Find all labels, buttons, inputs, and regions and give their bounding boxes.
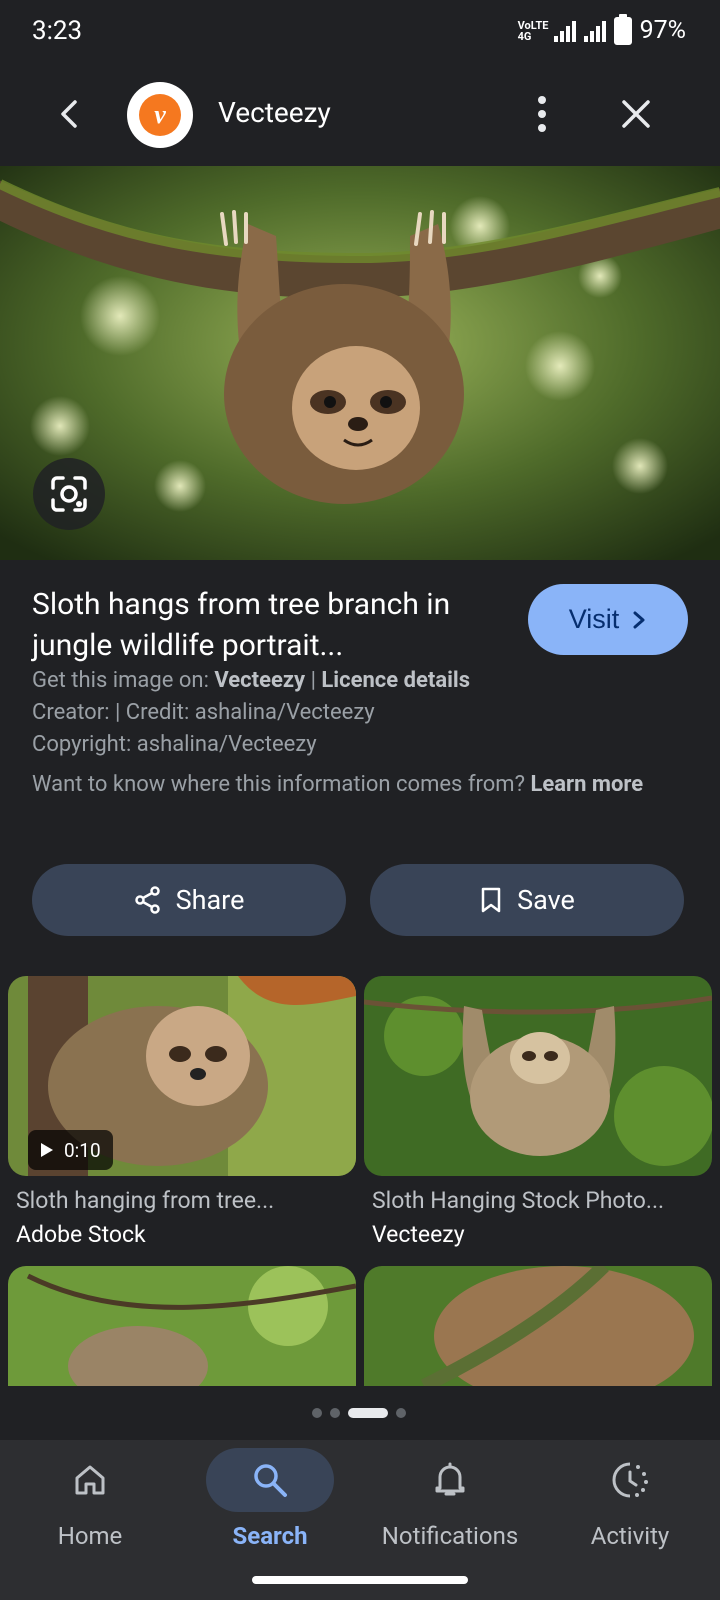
related-thumb-3[interactable] [8,1266,356,1386]
back-button[interactable] [52,96,88,132]
more-vert-icon [538,96,546,132]
learn-more-link[interactable]: Learn more [530,772,643,797]
bookmark-icon [481,887,501,913]
pagination-dots [312,1408,406,1418]
nav-activity[interactable]: Activity [540,1448,720,1568]
search-icon [254,1464,287,1497]
info-question: Want to know where this information come… [32,772,525,797]
page-dot[interactable] [396,1408,406,1418]
related-caption-2[interactable]: Sloth Hanging Stock Photo... [372,1187,702,1214]
page-dot[interactable] [312,1408,322,1418]
source-prefix: Get this image on: [32,668,209,693]
related-source-1: Adobe Stock [16,1221,146,1248]
separator: | [310,668,316,693]
video-duration-badge: 0:10 [28,1130,113,1170]
lens-icon [51,476,87,512]
status-icons: VoLTE 4G 97% [517,13,686,45]
share-label: Share [175,884,245,916]
related-thumb-4[interactable] [364,1266,712,1386]
chevron-right-icon [633,611,645,628]
creator-line: Creator: | Credit: ashalina/Vecteezy [32,700,375,725]
share-icon [134,886,160,914]
related-image-3 [8,1266,356,1386]
site-logo: v [127,82,193,148]
close-icon [622,100,650,128]
gesture-bar[interactable] [252,1576,468,1584]
network-type: VoLTE 4G [517,18,549,43]
related-thumb-2[interactable] [364,976,712,1176]
home-icon [75,1465,105,1495]
battery-icon [613,13,632,45]
nav-activity-label: Activity [590,1522,670,1550]
nav-home[interactable]: Home [0,1448,180,1568]
nav-search-label: Search [232,1522,308,1550]
nav-activity-icon-wrap [566,1448,694,1512]
vecteezy-logo-icon: v [139,94,181,136]
bell-icon [435,1462,465,1496]
licence-details-link[interactable]: Licence details [321,668,470,693]
related-source-2: Vecteezy [372,1221,465,1248]
google-lens-button[interactable] [33,458,105,530]
page-dot[interactable] [330,1408,340,1418]
info-source-text: Want to know where this information come… [32,768,682,801]
video-duration: 0:10 [64,1138,101,1162]
save-label: Save [517,884,575,916]
activity-icon [612,1462,648,1498]
status-bar: 3:23 VoLTE 4G 97% [0,0,720,64]
main-image[interactable] [0,166,720,560]
related-image-2 [364,976,712,1176]
source-line: Get this image on: Vecteezy | Licence de… [32,668,470,693]
related-caption-1[interactable]: Sloth hanging from tree... [16,1187,346,1214]
site-name: Vecteezy [218,96,331,129]
page-dot-active[interactable] [348,1408,388,1418]
nav-notifications[interactable]: Notifications [360,1448,540,1568]
status-time: 3:23 [32,16,83,46]
nav-search[interactable]: Search [180,1448,360,1568]
signal-icon [553,20,576,42]
source-site-link[interactable]: Vecteezy [214,668,305,693]
visit-button[interactable]: Visit [528,584,688,655]
play-icon [41,1143,53,1157]
nav-notifications-icon-wrap [386,1448,514,1512]
copyright-line: Copyright: ashalina/Vecteezy [32,732,317,757]
visit-label: Visit [568,604,620,634]
nav-home-label: Home [57,1522,123,1550]
share-button[interactable]: Share [32,864,346,936]
sloth-photo [0,166,720,560]
save-button[interactable]: Save [370,864,684,936]
nav-notifications-label: Notifications [381,1522,519,1550]
signal-icon-2 [583,20,606,42]
battery-level: 97% [639,16,686,45]
close-button[interactable] [618,96,654,132]
nav-home-icon-wrap [26,1448,154,1512]
related-image-4 [364,1266,712,1386]
nav-search-icon-wrap [206,1448,334,1512]
chevron-left-icon [61,100,77,128]
more-options-button[interactable] [524,94,560,134]
image-title: Sloth hangs from tree branch in jungle w… [32,587,451,663]
